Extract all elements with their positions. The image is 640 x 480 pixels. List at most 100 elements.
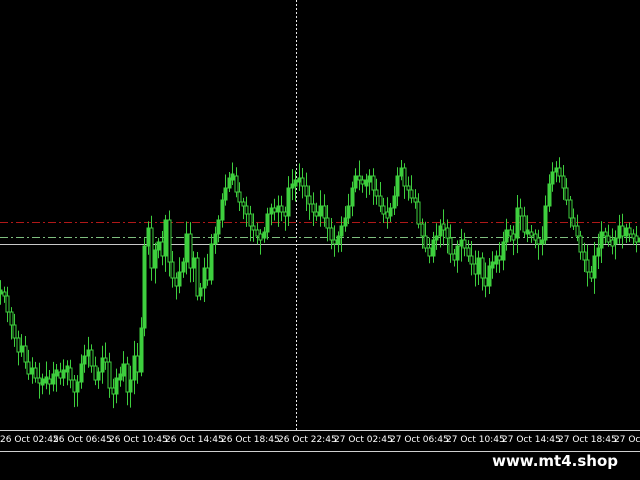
candle-body: [234, 175, 239, 193]
candle-body: [374, 189, 379, 197]
candle-body: [388, 207, 393, 217]
candle-body: [244, 205, 249, 215]
candle: [494, 250, 499, 273]
candle-body: [230, 173, 235, 181]
candle-body: [216, 219, 221, 235]
candle-body: [311, 203, 316, 213]
candle: [269, 203, 274, 226]
candle: [107, 352, 112, 398]
candle-body: [480, 257, 485, 279]
candle-body: [170, 261, 175, 279]
candle-body: [304, 185, 309, 197]
candle-body: [163, 219, 168, 257]
candle: [114, 368, 119, 404]
candle-body: [634, 235, 639, 243]
candle: [311, 192, 316, 226]
candle-body: [381, 205, 386, 215]
candle-body: [371, 175, 376, 191]
candle-body: [181, 261, 186, 273]
candle-body: [5, 295, 10, 313]
candle-body: [209, 243, 214, 281]
candle-body: [153, 249, 158, 269]
candle-body: [378, 195, 383, 207]
candle: [543, 195, 548, 245]
candles-layer: [0, 157, 640, 409]
candle-body: [329, 227, 334, 241]
candle-body: [568, 199, 573, 219]
candle-body: [220, 199, 225, 221]
candle: [438, 219, 443, 248]
candle-body: [599, 231, 604, 249]
candle-body: [156, 241, 161, 251]
time-label-9: 27 Oct 10:45: [446, 435, 505, 445]
candle-body: [592, 255, 597, 279]
time-label-5: 26 Oct 18:45: [221, 435, 280, 445]
candle-body: [357, 175, 362, 181]
price-chart[interactable]: [0, 0, 640, 430]
candle-body: [497, 255, 502, 261]
candle-body: [82, 355, 87, 365]
candle: [279, 195, 284, 222]
candle-body: [455, 245, 460, 261]
time-label-11: 27 Oct 18:45: [558, 435, 617, 445]
time-label-2: 26 Oct 06:45: [53, 435, 112, 445]
candle-body: [75, 381, 80, 393]
candle-body: [2, 291, 7, 297]
candle-body: [241, 201, 246, 207]
candle-body: [620, 225, 625, 237]
candle: [163, 214, 168, 272]
candle-body: [262, 231, 267, 239]
candle: [469, 241, 474, 276]
candle-body: [198, 287, 203, 297]
candle-body: [540, 239, 545, 245]
candle-body: [469, 255, 474, 265]
candle-body: [483, 277, 488, 287]
candle-body: [476, 257, 481, 275]
candle-body: [47, 378, 52, 385]
candle-body: [339, 225, 344, 237]
candle-body: [392, 195, 397, 209]
candle-body: [213, 233, 218, 245]
time-label-3: 26 Oct 10:45: [109, 435, 168, 445]
candle-body: [613, 237, 618, 245]
candle-body: [142, 245, 147, 329]
candle-body: [406, 185, 411, 191]
candle-body: [265, 213, 270, 233]
candle-body: [103, 357, 108, 363]
candle-body: [431, 239, 436, 257]
candle: [497, 242, 502, 273]
candle: [427, 237, 432, 264]
candle-body: [9, 311, 14, 326]
candle-body: [79, 363, 84, 383]
candle: [286, 176, 291, 226]
time-label-1: 26 Oct 02:45: [0, 435, 59, 445]
candle: [272, 198, 277, 221]
candle: [61, 359, 66, 386]
candle-body: [318, 205, 323, 217]
candle-body: [279, 205, 284, 213]
candle-body: [167, 219, 172, 263]
candle-body: [561, 175, 566, 189]
candle-body: [336, 235, 341, 245]
candle: [209, 234, 214, 285]
candle-body: [33, 367, 38, 379]
candle-body: [258, 233, 263, 241]
candle-body: [627, 227, 632, 235]
candle-body: [237, 191, 242, 203]
candle-body: [427, 247, 432, 257]
candle-body: [402, 167, 407, 187]
candle: [304, 172, 309, 211]
candle-body: [300, 177, 305, 187]
time-label-7: 27 Oct 02:45: [334, 435, 393, 445]
candle: [318, 190, 323, 227]
candle: [402, 163, 407, 199]
candle-body: [582, 251, 587, 261]
candle-body: [529, 231, 534, 237]
candle: [89, 344, 94, 373]
candle-body: [346, 205, 351, 219]
candlestick-chart-svg[interactable]: [0, 0, 640, 430]
candle-body: [511, 233, 516, 241]
candle-body: [466, 247, 471, 257]
candle-body: [564, 187, 569, 201]
time-label-4: 26 Oct 14:45: [165, 435, 224, 445]
